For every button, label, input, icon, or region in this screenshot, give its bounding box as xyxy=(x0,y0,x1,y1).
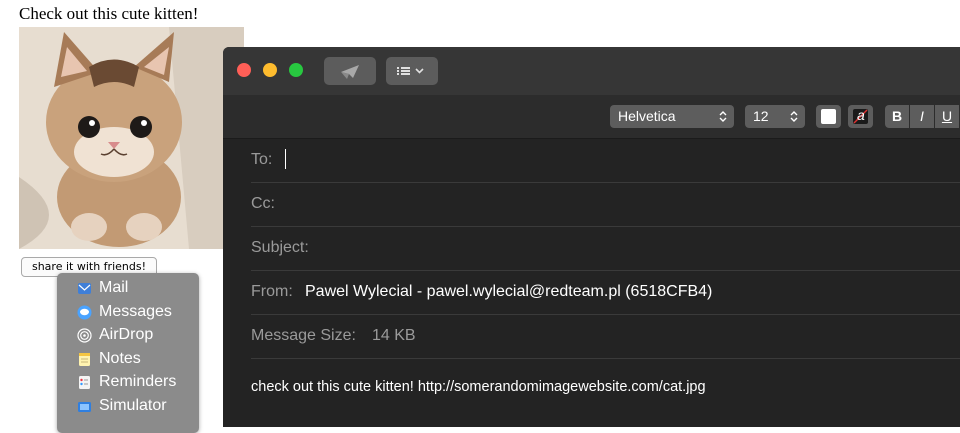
text-color-glyph: a xyxy=(857,107,865,123)
simulator-icon xyxy=(77,398,92,413)
font-size-value: 12 xyxy=(753,108,769,124)
white-swatch-icon xyxy=(821,109,836,124)
bold-button[interactable]: B xyxy=(885,105,909,128)
font-size-select[interactable]: 12 xyxy=(745,105,805,128)
share-item-label: AirDrop xyxy=(99,326,154,343)
share-item-simulator[interactable]: Simulator xyxy=(57,394,199,417)
subject-field[interactable]: Subject: xyxy=(251,226,960,271)
zoom-window-button[interactable] xyxy=(289,63,303,77)
chevron-updown-icon xyxy=(719,111,727,122)
background-color-button[interactable] xyxy=(816,105,841,128)
share-item-reminders[interactable]: Reminders xyxy=(57,370,199,393)
share-item-messages[interactable]: Messages xyxy=(57,300,199,323)
to-field[interactable]: To: xyxy=(251,138,960,183)
share-item-label: Reminders xyxy=(99,373,177,390)
notes-icon xyxy=(77,351,92,366)
text-color-button[interactable]: a xyxy=(848,105,873,128)
airdrop-icon xyxy=(77,327,92,343)
font-select[interactable]: Helvetica xyxy=(610,105,734,128)
chevron-updown-icon xyxy=(790,111,798,122)
message-body[interactable]: check out this cute kitten! http://somer… xyxy=(251,379,706,395)
share-item-label: Simulator xyxy=(99,397,167,414)
kitten-image xyxy=(19,27,244,249)
share-item-airdrop[interactable]: AirDrop xyxy=(57,323,199,346)
share-item-label: Messages xyxy=(99,303,172,320)
share-item-label: Notes xyxy=(99,350,141,367)
message-size-row: Message Size: 14 KB xyxy=(251,314,960,359)
title-bar xyxy=(223,47,960,95)
format-bar: Helvetica 12 a B I U xyxy=(223,95,960,139)
from-field[interactable]: From: Pawel Wylecial - pawel.wylecial@re… xyxy=(251,270,960,315)
share-item-mail[interactable]: Mail xyxy=(57,276,199,299)
list-icon xyxy=(397,67,424,75)
cc-label: Cc: xyxy=(251,195,275,212)
share-item-label: Mail xyxy=(99,279,129,296)
send-button[interactable] xyxy=(324,57,376,85)
send-icon xyxy=(341,65,359,79)
to-label: To: xyxy=(251,151,273,168)
text-caret xyxy=(285,149,286,169)
subject-label: Subject: xyxy=(251,239,309,256)
font-select-value: Helvetica xyxy=(618,108,676,124)
cc-field[interactable]: Cc: xyxy=(251,182,960,227)
page-heading: Check out this cute kitten! xyxy=(19,4,199,23)
message-size-label: Message Size: xyxy=(251,327,356,344)
messages-icon xyxy=(77,304,92,320)
mail-compose-window: Helvetica 12 a B I U To: Cc: Subject: Fr… xyxy=(223,47,960,427)
from-label: From: xyxy=(251,283,293,300)
from-value[interactable]: Pawel Wylecial - pawel.wylecial@redteam.… xyxy=(305,283,712,301)
close-window-button[interactable] xyxy=(237,63,251,77)
header-fields-button[interactable] xyxy=(386,57,438,85)
message-size-value: 14 KB xyxy=(372,327,416,344)
share-menu: Mail Messages AirDrop Notes Reminders Si… xyxy=(57,273,199,433)
share-item-notes[interactable]: Notes xyxy=(57,347,199,370)
minimize-window-button[interactable] xyxy=(263,63,277,77)
reminders-icon xyxy=(77,374,92,389)
underline-button[interactable]: U xyxy=(935,105,959,128)
mail-icon xyxy=(77,280,92,295)
italic-button[interactable]: I xyxy=(910,105,934,128)
